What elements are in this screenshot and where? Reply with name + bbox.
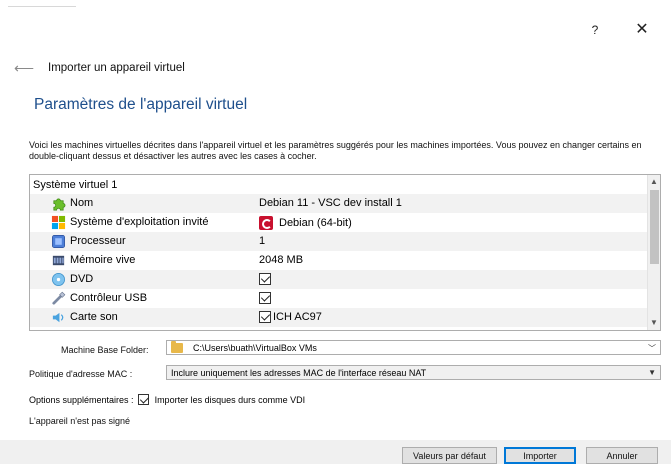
tree-row-value[interactable]	[259, 292, 271, 304]
page-title: Paramètres de l'appareil virtuel	[34, 96, 248, 113]
tree-row-sound[interactable]: Carte son ICH AC97	[30, 308, 647, 327]
mac-policy-select[interactable]: Inclure uniquement les adresses MAC de l…	[166, 365, 661, 380]
tree-row-label: Contrôleur USB	[70, 292, 148, 304]
tree-row-label: Système d'exploitation invité	[70, 216, 209, 228]
scroll-thumb[interactable]	[650, 190, 659, 264]
mac-policy-value: Inclure uniquement les adresses MAC de l…	[171, 367, 427, 378]
folder-label: Machine Base Folder:	[61, 345, 149, 355]
tree-row-value-text: ICH AC97	[273, 311, 322, 323]
title-bar-divider	[8, 6, 76, 7]
tree-row-name[interactable]: Nom Debian 11 - VSC dev install 1	[30, 194, 647, 213]
tree-row-cpu[interactable]: Processeur 1	[30, 232, 647, 251]
tree-group-label: Système virtuel 1	[33, 178, 118, 191]
appliance-settings-tree[interactable]: Système virtuel 1 Nom Debian 11 - VSC de…	[29, 174, 661, 331]
signature-status: L'appareil n'est pas signé	[29, 416, 131, 426]
tree-row-value-text: Debian (64-bit)	[279, 217, 352, 229]
chevron-down-icon: ﹀	[648, 344, 656, 353]
close-button[interactable]: ✕	[632, 20, 652, 40]
tree-scrollbar[interactable]: ▲ ▼	[647, 175, 660, 330]
tree-row-value[interactable]: Debian (64-bit)	[259, 216, 352, 230]
tree-row-dvd[interactable]: DVD	[30, 270, 647, 289]
tree-row-value[interactable]: ICH AC97	[259, 311, 322, 323]
tree-row-label: Nom	[70, 197, 94, 209]
scroll-up-icon[interactable]: ▲	[648, 175, 660, 189]
debian-icon	[259, 216, 273, 230]
cpu-icon	[52, 235, 65, 248]
tree-row-label: Carte son	[70, 311, 118, 323]
breadcrumb: ⟵ Importer un appareil virtuel	[14, 60, 185, 76]
machine-folder-select[interactable]: C:\Users\buath\VirtualBox VMs ﹀	[166, 340, 661, 355]
tree-row-os[interactable]: Système d'exploitation invité Debian (64…	[30, 213, 647, 232]
usb-checkbox[interactable]	[259, 292, 271, 304]
import-vdi-label[interactable]: Importer les disques durs comme VDI	[155, 395, 306, 405]
tree-row-value[interactable]: 2048 MB	[259, 254, 303, 266]
folder-value: C:\Users\buath\VirtualBox VMs	[193, 342, 317, 353]
sound-icon	[52, 312, 64, 323]
memory-icon	[52, 255, 65, 266]
folder-icon	[171, 340, 183, 353]
wizard-title: Importer un appareil virtuel	[48, 62, 185, 74]
dvd-checkbox[interactable]	[259, 273, 271, 285]
import-button[interactable]: Importer	[504, 447, 576, 464]
tree-row-value[interactable]: 1	[259, 235, 265, 247]
dvd-icon	[52, 273, 65, 286]
options-label: Options supplémentaires :	[29, 394, 134, 405]
tree-row-label: DVD	[70, 273, 94, 285]
os-icon	[51, 215, 66, 230]
tree-row-memory[interactable]: Mémoire vive 2048 MB	[30, 251, 647, 270]
page-description: Voici les machines virtuelles décrites d…	[29, 140, 642, 161]
help-button[interactable]: ?	[588, 20, 602, 40]
import-vdi-checkbox[interactable]	[137, 394, 149, 405]
mac-policy-label: Politique d'adresse MAC :	[29, 369, 133, 379]
chevron-down-icon: ▼	[648, 368, 656, 377]
back-arrow-icon[interactable]: ⟵	[14, 60, 34, 77]
usb-icon	[52, 291, 66, 305]
sound-checkbox[interactable]	[259, 311, 271, 323]
tree-row-value[interactable]	[259, 273, 271, 285]
tree-row-label: Mémoire vive	[70, 254, 136, 266]
puzzle-icon	[53, 198, 66, 211]
tree-row-label: Processeur	[70, 235, 126, 247]
defaults-button[interactable]: Valeurs par défaut	[402, 447, 497, 464]
tree-group-system[interactable]: Système virtuel 1	[30, 175, 647, 194]
cancel-button[interactable]: Annuler	[586, 447, 658, 464]
tree-row-usb[interactable]: Contrôleur USB	[30, 289, 647, 308]
additional-options: Options supplémentaires : Importer les d…	[29, 394, 305, 405]
scroll-down-icon[interactable]: ▼	[648, 316, 660, 330]
tree-row-value[interactable]: Debian 11 - VSC dev install 1	[259, 197, 402, 209]
